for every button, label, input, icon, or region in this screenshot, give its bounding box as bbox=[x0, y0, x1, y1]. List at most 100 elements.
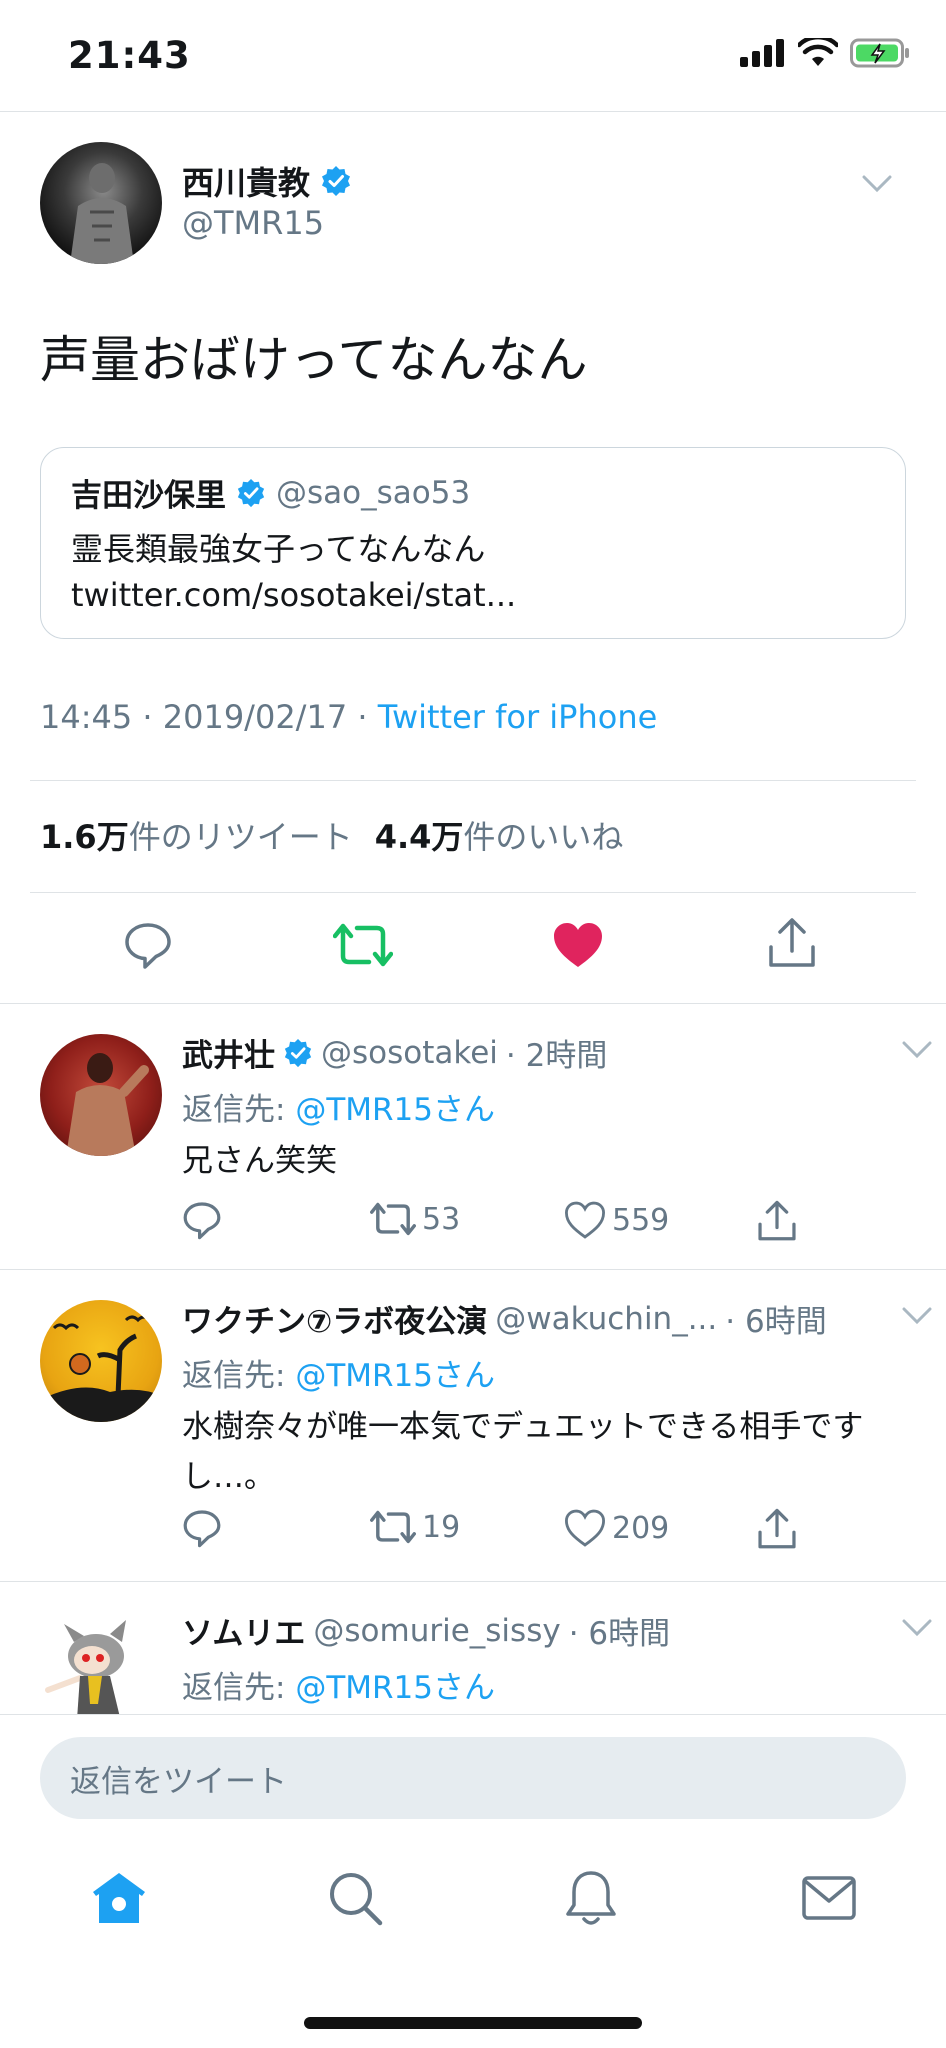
tweet-timestamp: 14:45 · 2019/02/17 · bbox=[40, 698, 378, 736]
retweet-count: 53 bbox=[422, 1201, 461, 1237]
signal-icon bbox=[740, 39, 784, 67]
retweet-icon bbox=[370, 1510, 416, 1544]
reply-header: ワクチン⑦ラボ夜公演 @wakuchin_... · 6時間 bbox=[182, 1296, 827, 1341]
tab-home[interactable] bbox=[84, 1863, 154, 1933]
mail-icon bbox=[802, 1876, 856, 1920]
search-icon bbox=[330, 1873, 383, 1926]
status-time: 21:43 bbox=[68, 34, 191, 77]
quoted-tweet[interactable]: 吉田沙保里 @sao_sao53 霊長類最強女子ってなんなん twitter.c… bbox=[40, 447, 906, 639]
like-button[interactable]: 209 bbox=[564, 1508, 669, 1548]
reply-actions: 19 209 bbox=[182, 1508, 882, 1558]
avatar[interactable] bbox=[40, 1300, 162, 1422]
reply-button[interactable] bbox=[182, 1508, 222, 1548]
author-handle[interactable]: @TMR15 bbox=[182, 204, 324, 242]
quote-author-handle: @sao_sao53 bbox=[276, 474, 471, 511]
reply-tweet[interactable]: ワクチン⑦ラボ夜公演 @wakuchin_... · 6時間 返信先: @TMR… bbox=[0, 1270, 946, 1582]
share-icon bbox=[769, 918, 815, 967]
reply-author-handle[interactable]: @somurie_sissy bbox=[313, 1613, 560, 1649]
reply-author-name[interactable]: 武井壮 bbox=[182, 1030, 275, 1075]
quote-text: 霊長類最強女子ってなんなん twitter.com/sosotakei/stat… bbox=[71, 530, 517, 614]
reply-header: 武井壮 @sosotakei · 2時間 bbox=[182, 1030, 607, 1075]
like-button[interactable] bbox=[548, 915, 608, 975]
quote-author-name: 吉田沙保里 bbox=[71, 478, 226, 514]
tweet-source-link[interactable]: Twitter for iPhone bbox=[378, 698, 658, 736]
reply-author-handle[interactable]: @wakuchin_... bbox=[495, 1301, 717, 1337]
reply-tweet[interactable]: ソムリエ @somurie_sissy · 6時間 返信先: @TMR15さん bbox=[0, 1582, 946, 1714]
verified-badge-icon bbox=[237, 478, 265, 507]
home-indicator bbox=[304, 2017, 642, 2029]
reply-author-name[interactable]: ソムリエ bbox=[182, 1608, 305, 1653]
bell-icon bbox=[566, 1871, 616, 1925]
replying-to: 返信先: @TMR15さん bbox=[182, 1092, 495, 1128]
verified-badge-icon bbox=[322, 166, 351, 196]
reply-header: ソムリエ @somurie_sissy · 6時間 bbox=[182, 1608, 670, 1653]
status-bar: 21:43 bbox=[0, 0, 946, 112]
engagement-counts: 1.6万件のリツイート 4.4万件のいいね bbox=[40, 812, 623, 858]
replying-to-link[interactable]: @TMR15さん bbox=[295, 1670, 495, 1706]
replying-to-link[interactable]: @TMR15さん bbox=[295, 1358, 495, 1394]
reply-text: 水樹奈々が唯一本気でデュエットできる相手ですし…。 bbox=[182, 1409, 864, 1495]
reply-author-handle[interactable]: @sosotakei bbox=[321, 1035, 498, 1071]
wifi-icon bbox=[798, 38, 838, 66]
retweet-button[interactable]: 53 bbox=[370, 1200, 460, 1238]
heart-outline-icon bbox=[565, 1201, 605, 1239]
author-name[interactable]: 西川貴教 bbox=[182, 158, 310, 204]
like-count[interactable]: 4.4万件のいいね bbox=[375, 812, 624, 858]
reply-tweet[interactable]: 武井壮 @sosotakei · 2時間 返信先: @TMR15さん 兄さん笑笑… bbox=[0, 1004, 946, 1270]
tweet-header: 西川貴教 @TMR15 bbox=[40, 140, 906, 270]
bottom-panel: 返信をツイート bbox=[0, 1714, 946, 2048]
tab-notifications[interactable] bbox=[556, 1863, 626, 1933]
reply-button[interactable] bbox=[182, 1200, 222, 1240]
tweet-meta: 14:45 · 2019/02/17 · Twitter for iPhone bbox=[40, 698, 657, 736]
reply-actions: 53 559 bbox=[182, 1200, 882, 1250]
tab-messages[interactable] bbox=[794, 1863, 864, 1933]
share-icon bbox=[758, 1508, 796, 1549]
verified-badge-icon bbox=[284, 1038, 312, 1067]
share-button[interactable] bbox=[762, 913, 822, 973]
retweet-button[interactable]: 19 bbox=[370, 1508, 460, 1546]
like-count: 209 bbox=[612, 1510, 670, 1546]
like-button[interactable]: 559 bbox=[564, 1200, 669, 1240]
tweet-actions bbox=[0, 905, 946, 985]
share-icon bbox=[758, 1200, 796, 1241]
share-button[interactable] bbox=[756, 1508, 798, 1550]
heart-icon bbox=[554, 923, 602, 967]
retweet-count[interactable]: 1.6万件のリツイート bbox=[40, 812, 353, 858]
like-count: 559 bbox=[612, 1202, 670, 1238]
divider bbox=[30, 780, 916, 781]
replying-to-link[interactable]: @TMR15さん bbox=[295, 1092, 495, 1128]
status-icons bbox=[740, 38, 910, 68]
reply-icon bbox=[183, 1510, 221, 1548]
share-button[interactable] bbox=[756, 1200, 798, 1242]
home-icon bbox=[93, 1873, 145, 1923]
author-name-row: 西川貴教 bbox=[182, 158, 352, 204]
reply-input[interactable]: 返信をツイート bbox=[40, 1737, 906, 1819]
author-avatar[interactable] bbox=[40, 142, 162, 264]
retweet-button[interactable] bbox=[333, 915, 393, 975]
reply-button[interactable] bbox=[118, 915, 178, 975]
reply-text: 兄さん笑笑 bbox=[182, 1143, 337, 1179]
replying-to: 返信先: @TMR15さん bbox=[182, 1358, 495, 1394]
reply-icon bbox=[183, 1202, 221, 1240]
tab-search[interactable] bbox=[320, 1863, 390, 1933]
chevron-down-icon[interactable] bbox=[902, 1618, 932, 1638]
reply-time: · 6時間 bbox=[725, 1304, 827, 1340]
retweet-count: 19 bbox=[422, 1509, 461, 1545]
retweet-icon bbox=[333, 923, 393, 967]
heart-outline-icon bbox=[565, 1509, 605, 1547]
tab-bar bbox=[0, 1863, 946, 1953]
chevron-down-icon[interactable] bbox=[902, 1306, 932, 1326]
chevron-down-icon[interactable] bbox=[862, 174, 892, 194]
tweet-text: 声量おばけってなんなん bbox=[40, 331, 588, 389]
retweet-icon bbox=[370, 1202, 416, 1236]
replying-to: 返信先: @TMR15さん bbox=[182, 1670, 495, 1706]
reply-time: · 6時間 bbox=[568, 1616, 671, 1652]
divider bbox=[30, 892, 916, 893]
avatar[interactable] bbox=[40, 1612, 162, 1714]
battery-icon bbox=[850, 38, 909, 68]
reply-author-name[interactable]: ワクチン⑦ラボ夜公演 bbox=[182, 1296, 487, 1341]
reply-icon bbox=[125, 923, 171, 969]
chevron-down-icon[interactable] bbox=[902, 1040, 932, 1060]
reply-time: · 2時間 bbox=[505, 1038, 608, 1074]
avatar[interactable] bbox=[40, 1034, 162, 1156]
